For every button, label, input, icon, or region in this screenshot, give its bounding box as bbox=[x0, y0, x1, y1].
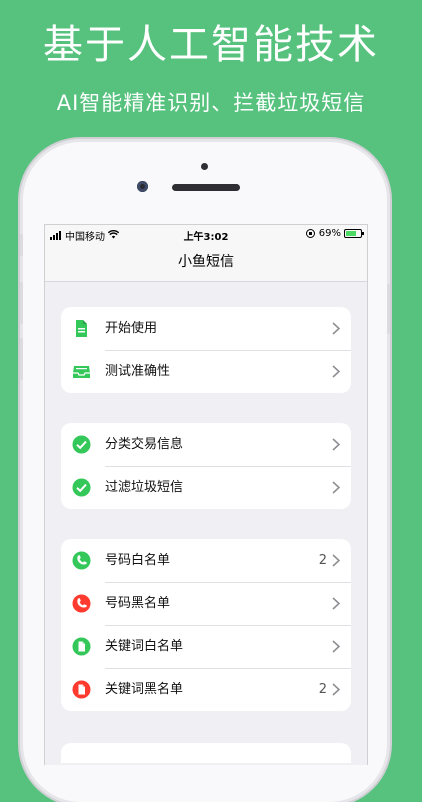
menu-item-label: 分类交易信息 bbox=[105, 437, 184, 452]
document-icon bbox=[72, 319, 91, 338]
chevron-right-icon bbox=[332, 481, 340, 494]
inbox-tray-icon bbox=[72, 362, 91, 381]
status-bar: 中国移动 上午3:02 69% bbox=[45, 225, 367, 243]
chevron-right-icon bbox=[332, 365, 340, 378]
menu-item-label: 号码白名单 bbox=[105, 553, 171, 568]
settings-group-peek bbox=[61, 743, 351, 763]
item-count: 2 bbox=[318, 553, 327, 568]
phone-camera bbox=[137, 181, 148, 192]
phone-side-button bbox=[20, 234, 23, 256]
orientation-lock-icon bbox=[305, 229, 315, 238]
menu-item-label: 关键词黑名单 bbox=[105, 682, 184, 697]
menu-item-number-blacklist[interactable]: 号码黑名单 bbox=[61, 582, 351, 625]
chevron-right-icon bbox=[332, 322, 340, 335]
check-circle-icon bbox=[72, 435, 91, 454]
phone-green-icon bbox=[72, 551, 91, 570]
menu-item-label: 号码黑名单 bbox=[105, 596, 171, 611]
chevron-right-icon bbox=[332, 438, 340, 451]
promo-headline: 基于人工智能技术 bbox=[43, 22, 379, 68]
battery-icon bbox=[344, 229, 364, 238]
check-circle-icon bbox=[72, 478, 91, 497]
chevron-right-icon bbox=[332, 683, 340, 696]
menu-item-keyword-whitelist[interactable]: 关键词白名单 bbox=[61, 625, 351, 668]
menu-item-keyword-blacklist[interactable]: 关键词黑名单 2 bbox=[61, 668, 351, 711]
menu-item-filter-spam[interactable]: 过滤垃圾短信 bbox=[61, 466, 351, 509]
menu-item-classify-transactions[interactable]: 分类交易信息 bbox=[61, 423, 351, 466]
chevron-right-icon bbox=[332, 640, 340, 653]
menu-item-get-started[interactable]: 开始使用 bbox=[61, 307, 351, 350]
battery-percent: 69% bbox=[318, 228, 341, 239]
menu-item-label: 关键词白名单 bbox=[105, 639, 184, 654]
phone-side-button bbox=[20, 338, 23, 380]
nav-title: 小鱼短信 bbox=[45, 243, 367, 282]
menu-item-label: 开始使用 bbox=[105, 321, 158, 336]
menu-item-label: 过滤垃圾短信 bbox=[105, 480, 184, 495]
phone-screen: 中国移动 上午3:02 69% 小鱼短信 开始使用 测试准确性 分类交易信息 过… bbox=[44, 224, 368, 765]
phone-side-button bbox=[20, 282, 23, 324]
phone-side-button bbox=[387, 284, 390, 334]
menu-item-test-accuracy[interactable]: 测试准确性 bbox=[61, 350, 351, 393]
promo-subhead: AI智能精准识别、拦截垃圾短信 bbox=[56, 91, 366, 115]
doc-red-icon bbox=[72, 680, 91, 699]
phone-speaker bbox=[172, 184, 240, 191]
phone-sensor bbox=[201, 163, 208, 170]
item-count: 2 bbox=[318, 682, 327, 697]
doc-green-icon bbox=[72, 637, 91, 656]
settings-group: 开始使用 测试准确性 bbox=[61, 307, 351, 393]
settings-group: 号码白名单 2 号码黑名单 关键词白名单 关键词黑名单 2 bbox=[61, 539, 351, 711]
settings-group: 分类交易信息 过滤垃圾短信 bbox=[61, 423, 351, 509]
phone-red-icon bbox=[72, 594, 91, 613]
menu-item-label: 测试准确性 bbox=[105, 364, 171, 379]
menu-item-number-whitelist[interactable]: 号码白名单 2 bbox=[61, 539, 351, 582]
chevron-right-icon bbox=[332, 554, 340, 567]
chevron-right-icon bbox=[332, 597, 340, 610]
